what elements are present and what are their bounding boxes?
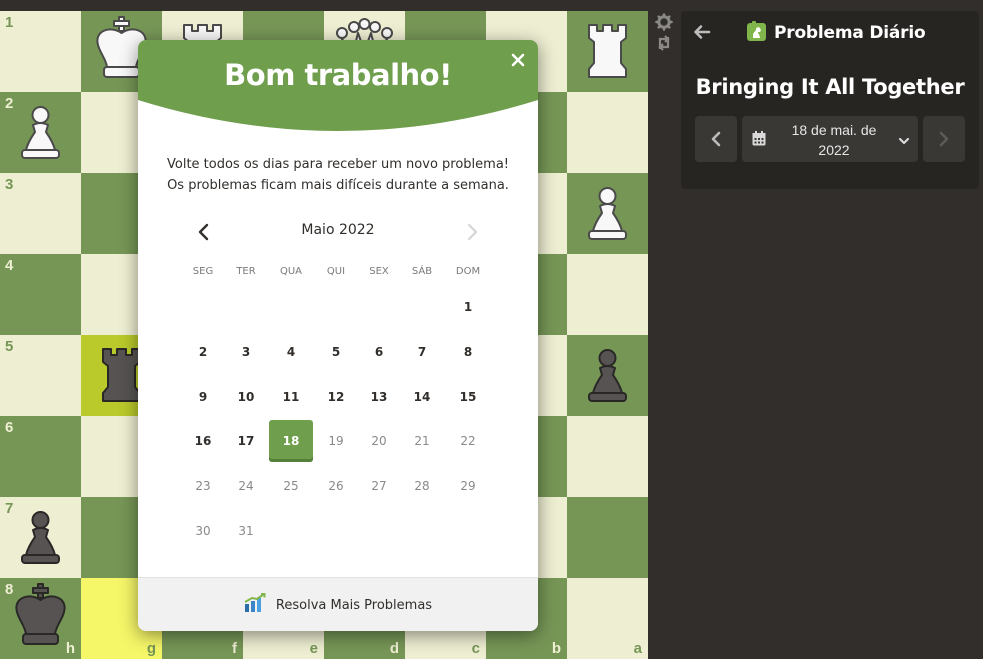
square-h2[interactable]: 2 [0,92,81,173]
date-line-2: 2022 [818,142,850,158]
modal-title: Bom trabalho! [224,58,452,92]
file-label: c [471,640,480,657]
file-label: b [551,640,561,657]
square-a4[interactable] [567,254,648,335]
square-h4[interactable]: 4 [0,254,81,335]
gear-icon[interactable] [655,13,673,31]
calendar-day[interactable]: 9 [181,376,225,418]
back-arrow-icon[interactable] [693,23,711,41]
file-label: a [633,640,642,657]
footer-label: Resolva Mais Problemas [275,597,433,613]
square-h6[interactable]: 6 [0,416,81,497]
file-label: f [232,640,237,657]
puzzle-name: Bringing It All Together [695,75,965,99]
calendar-day[interactable]: 4 [269,331,313,373]
date-label: 18 de mai. de 2022 [774,120,894,160]
calendar-day: 24 [238,479,254,493]
close-icon[interactable] [508,50,528,70]
flip-board-icon[interactable] [655,34,673,52]
chevron-down-icon [898,132,910,151]
modal-header: Bom trabalho! [138,40,538,132]
description-line-1: Volte todos os dias para receber um novo… [167,157,509,172]
calendar-day: 31 [238,524,254,538]
rank-label: 1 [5,14,14,31]
app-screen: 1 2345678h gfedcba Problema Diário Bring… [0,0,983,659]
square-h8[interactable]: 8h [0,578,81,659]
calendar-day: 21 [414,434,430,448]
square-h7[interactable]: 7 [0,497,81,578]
weekday-header: SEG [192,266,214,277]
daily-puzzle-panel: Problema Diário Bringing It All Together… [681,11,979,189]
panel-header: Problema Diário [747,21,926,45]
calendar-day[interactable]: 2 [181,331,225,373]
chevron-left-icon [711,131,721,147]
description-line-2: Os problemas ficam mais difíceis durante… [167,178,509,193]
calendar-day[interactable]: 8 [446,331,490,373]
date-select[interactable]: 18 de mai. de 2022 [742,116,918,162]
previous-puzzle-button[interactable] [695,116,737,162]
square-h3[interactable]: 3 [0,173,81,254]
calendar-day[interactable]: 6 [357,331,401,373]
bar-chart-icon [244,593,266,617]
rank-label: 4 [5,257,14,274]
chevron-right-icon [467,223,478,241]
rank-label: 6 [5,419,14,436]
calendar-day[interactable]: 1 [446,286,490,328]
square-a6[interactable] [567,416,648,497]
weekday-header: DOM [455,266,481,277]
weekday-header: TER [236,266,256,277]
calendar-day[interactable]: 17 [224,420,268,462]
calendar-day: 29 [460,479,476,493]
rank-label: 3 [5,176,14,193]
weekday-header: SÁB [411,266,433,277]
calendar-icon [752,131,766,150]
solve-more-puzzles-button[interactable]: Resolva Mais Problemas [138,577,538,631]
modal-description: Volte todos os dias para receber um novo… [138,154,538,196]
calendar-day[interactable]: 15 [446,376,490,418]
date-line-1: 18 de mai. de [791,122,877,138]
calendar-day: 25 [283,479,299,493]
calendar-day[interactable]: 12 [314,376,358,418]
chevron-right-icon [939,131,949,147]
calendar-day: 23 [195,479,211,493]
weekday-header: QUI [326,266,346,277]
square-a5[interactable] [567,335,648,416]
square-h5[interactable]: 5 [0,335,81,416]
calendar-day[interactable]: 16 [181,420,225,462]
weekday-header: QUA [279,266,303,277]
calendar-day[interactable]: 13 [357,376,401,418]
square-a7[interactable] [567,497,648,578]
calendar-day: 19 [328,434,344,448]
calendar-day: 30 [195,524,211,538]
file-label: g [146,640,156,657]
calendar-day[interactable]: 10 [224,376,268,418]
calendar-day[interactable]: 7 [400,331,444,373]
square-a1[interactable] [567,11,648,92]
square-h1[interactable]: 1 [0,11,81,92]
calendar-day-selected[interactable]: 18 [269,420,313,462]
file-label: e [309,640,318,657]
next-month-button[interactable] [460,220,484,244]
calendar-day: 28 [414,479,430,493]
calendar-day[interactable]: 14 [400,376,444,418]
file-label: d [389,640,399,657]
puzzle-complete-modal: Bom trabalho! Volte todos os dias para r… [138,40,538,631]
square-a8[interactable]: a [567,578,648,659]
square-a3[interactable] [567,173,648,254]
calendar-day: 26 [328,479,344,493]
weekday-header: SEX [369,266,389,277]
calendar-day[interactable]: 3 [224,331,268,373]
calendar-day[interactable]: 11 [269,376,313,418]
panel-title: Problema Diário [774,23,926,43]
calendar-day[interactable]: 5 [314,331,358,373]
square-a2[interactable] [567,92,648,173]
calendar-day: 27 [371,479,387,493]
puzzle-knight-icon [747,21,766,45]
next-puzzle-button[interactable] [923,116,965,162]
calendar-day: 22 [460,434,476,448]
calendar-day: 20 [371,434,387,448]
rank-label: 5 [5,338,14,355]
